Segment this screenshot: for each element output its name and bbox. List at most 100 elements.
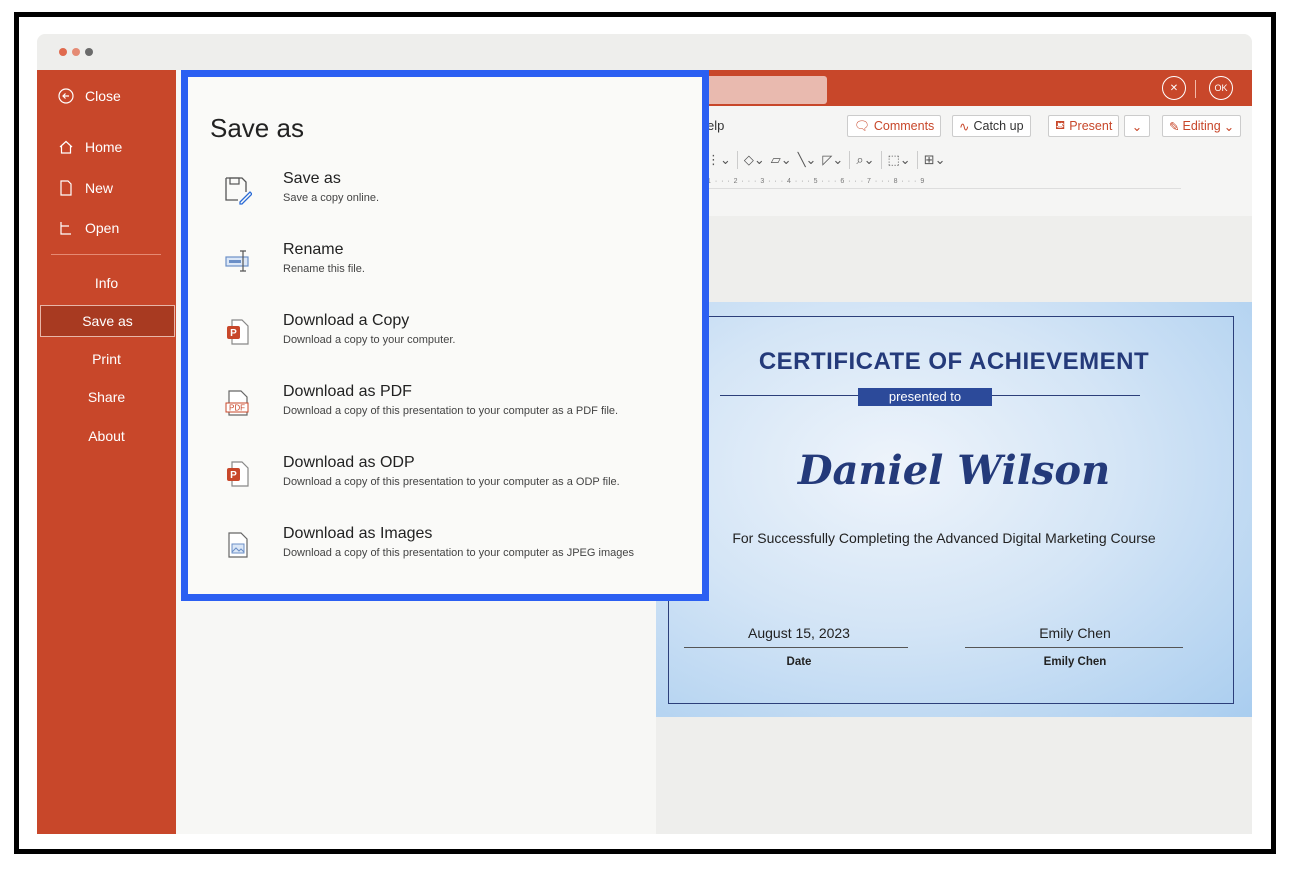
sidebar-item-label: About [88, 428, 125, 444]
window-controls [59, 48, 93, 56]
sidebar-item-new[interactable]: New [37, 173, 176, 203]
presented-to-label: presented to [858, 388, 992, 406]
editing-mode-button[interactable]: ✎ Editing ⌄ [1162, 115, 1242, 137]
catch-up-button[interactable]: ∿ Catch up [952, 115, 1031, 137]
option-title: Download as ODP [283, 454, 415, 471]
sidebar-item-label: Open [85, 220, 120, 236]
line-icon[interactable]: ╲⌄ [798, 152, 817, 168]
ok-label: OK [1214, 83, 1228, 93]
ruler: 1 · · · 2 · · · 3 · · · 4 · · · 5 · · · … [707, 178, 1181, 189]
sidebar-item-label: Print [92, 351, 121, 367]
date-label: Date [786, 656, 812, 668]
image-file-icon [224, 529, 252, 561]
option-title: Rename [283, 241, 344, 258]
sidebar-item-label: Close [85, 88, 121, 104]
new-slide-icon[interactable]: ⊞⌄ [924, 152, 946, 168]
decorative-line [992, 395, 1140, 396]
comments-button[interactable]: 🗨 Comments [847, 115, 942, 137]
divider [849, 151, 851, 169]
open-folder-icon [57, 221, 75, 235]
option-description: Save a copy online. [283, 192, 380, 204]
option-title: Save as [283, 170, 341, 187]
chevron-down-icon: ⌄ [1223, 119, 1235, 134]
save-as-panel: Save as Save as Save a copy online. Rena… [181, 70, 709, 601]
sidebar-item-label: Info [94, 275, 119, 291]
signer-value: Emily Chen [1039, 625, 1111, 641]
divider [1195, 80, 1196, 98]
close-label: ✕ [1169, 82, 1179, 94]
certificate-subtitle: For Successfully Completing the Advanced… [732, 530, 1156, 546]
shape-fill-icon[interactable]: ◇⌄ [744, 152, 765, 168]
chevron-down-icon: ⌄ [1131, 119, 1143, 134]
option-save-as[interactable]: Save as Save a copy online. [188, 170, 702, 230]
present-label: Present [1069, 119, 1113, 133]
divider [916, 151, 918, 169]
search-input[interactable] [692, 76, 827, 104]
option-download-images[interactable]: Download as Images Download a copy of th… [188, 525, 702, 585]
date-value: August 15, 2023 [748, 625, 850, 641]
ok-button[interactable]: OK [1209, 76, 1233, 100]
present-icon: ⛾ [1055, 118, 1066, 132]
sidebar-item-save-as[interactable]: Save as [40, 305, 175, 337]
panel-title: Save as [210, 113, 304, 143]
title-bar: ✕ OK [656, 70, 1252, 106]
pen-icon[interactable]: ◸⌄ [822, 152, 843, 168]
option-description: Rename this file. [283, 263, 365, 275]
menu-tab-help[interactable]: elp [707, 118, 724, 133]
divider [736, 151, 738, 169]
present-dropdown[interactable]: ⌄ [1124, 115, 1150, 137]
minimize-window-dot[interactable] [72, 48, 80, 56]
find-icon[interactable]: ⌕⌄ [856, 152, 874, 168]
sidebar-divider [51, 254, 161, 255]
powerpoint-file-icon: P [224, 316, 252, 348]
activity-icon: ∿ [959, 119, 970, 134]
option-title: Download a Copy [283, 312, 410, 329]
decorative-line [720, 395, 858, 396]
sidebar-item-label: Home [85, 139, 123, 155]
recipient-name: Daniel Wilson [797, 447, 1111, 494]
new-file-icon [57, 180, 75, 196]
comments-label: Comments [873, 119, 935, 133]
pdf-file-icon: PDF [224, 387, 252, 419]
close-window-dot[interactable] [59, 48, 67, 56]
select-icon[interactable]: ⬚⌄ [888, 152, 911, 168]
option-description: Download a copy of this presentation to … [283, 547, 634, 559]
pencil-icon: ✎ [1169, 119, 1180, 134]
signer-label: Emily Chen [1043, 656, 1107, 668]
document-area: ✕ OK elp 🗨 Comments ∿ Catch up ⛾ Present ⌄ … [656, 70, 1252, 834]
svg-text:P: P [230, 470, 237, 481]
option-download-pdf[interactable]: PDF Download as PDF Download a copy of t… [188, 383, 702, 443]
odp-file-icon: P [224, 458, 252, 490]
sidebar-item-open[interactable]: Open [37, 213, 176, 243]
sidebar-item-close[interactable]: Close [37, 81, 176, 111]
sidebar-item-share[interactable]: Share [37, 382, 176, 412]
option-download-copy[interactable]: P Download a Copy Download a copy to you… [188, 312, 702, 372]
back-arrow-icon [57, 88, 75, 104]
option-description: Download a copy to your computer. [283, 334, 456, 346]
option-title: Download as Images [283, 525, 433, 542]
comment-icon: 🗨 [854, 118, 870, 133]
editing-label: Editing [1182, 119, 1221, 133]
certificate-slide[interactable]: CERTIFICATE OF ACHIEVEMENT presented to … [656, 302, 1252, 717]
catch-up-label: Catch up [973, 119, 1024, 133]
sidebar-item-label: Save as [82, 313, 133, 329]
signature-line [965, 647, 1183, 648]
sidebar-item-print[interactable]: Print [37, 344, 176, 374]
maximize-window-dot[interactable] [85, 48, 93, 56]
sidebar-item-about[interactable]: About [37, 421, 176, 451]
home-icon [57, 139, 75, 155]
option-description: Download a copy of this presentation to … [283, 405, 619, 417]
option-download-odp[interactable]: P Download as ODP Download a copy of thi… [188, 454, 702, 514]
sidebar-item-info[interactable]: Info [37, 268, 176, 298]
option-title: Download as PDF [283, 383, 412, 400]
save-as-icon [224, 174, 253, 206]
signature-line [684, 647, 908, 648]
shape-outline-icon[interactable]: ▱⌄ [771, 152, 792, 168]
list-dropdown-icon[interactable]: ⋮⌄ [707, 152, 731, 168]
close-icon[interactable]: ✕ [1162, 76, 1186, 100]
certificate-title: CERTIFICATE OF ACHIEVEMENT [758, 348, 1150, 375]
sidebar-item-home[interactable]: Home [37, 132, 176, 162]
sidebar-item-label: New [85, 180, 114, 196]
present-button[interactable]: ⛾ Present [1048, 115, 1120, 137]
option-rename[interactable]: Rename Rename this file. [188, 241, 702, 301]
